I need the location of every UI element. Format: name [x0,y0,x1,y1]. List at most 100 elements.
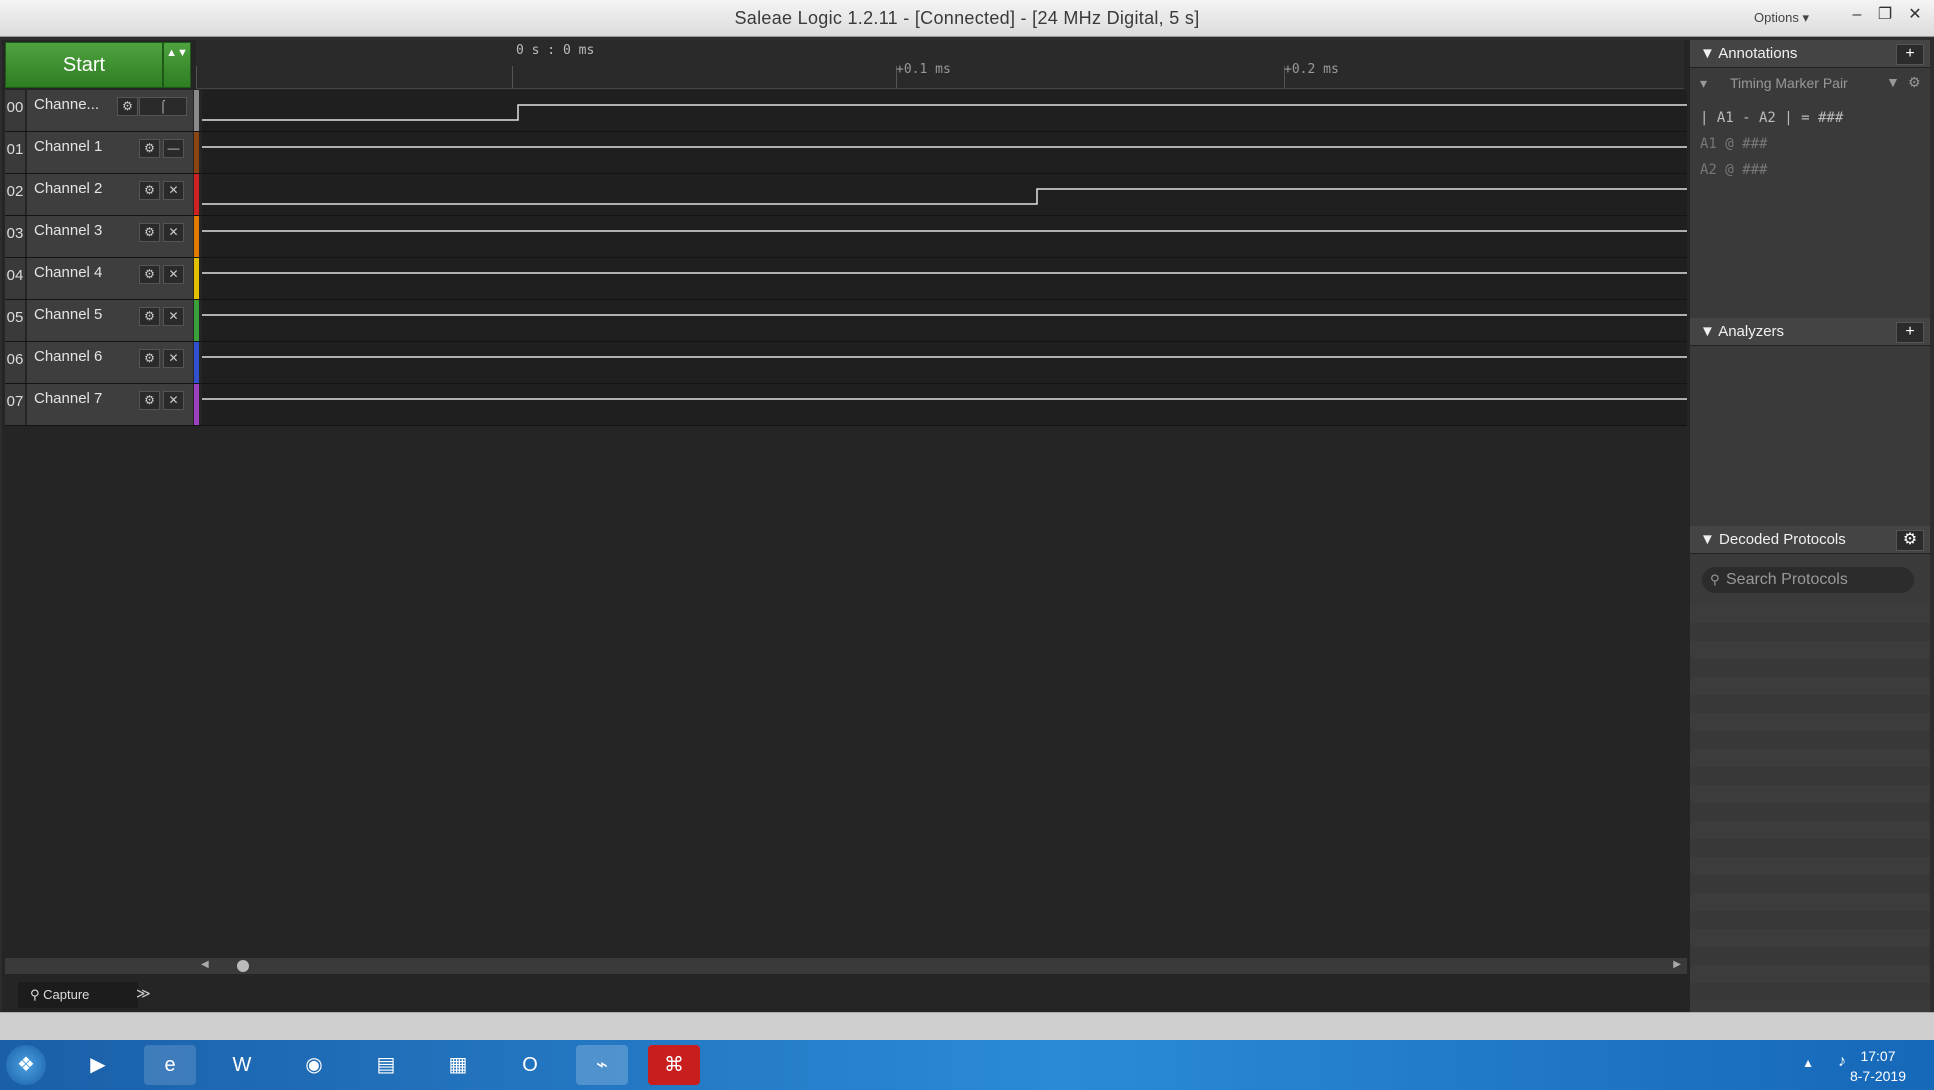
capture-tab[interactable]: ⚲ Capture [18,982,138,1008]
start-options-dropdown[interactable]: ▲▼ [163,42,191,88]
waveform[interactable] [202,216,1687,257]
media-player-icon[interactable]: ▶ [72,1045,124,1085]
channel-row[interactable]: 06 Channel 6 ⚙ ✕ [5,342,1687,384]
waveform[interactable] [202,342,1687,383]
close-button[interactable]: ✕ [1900,4,1930,26]
channel-row[interactable]: 07 Channel 7 ⚙ ✕ [5,384,1687,426]
close-icon[interactable]: ✕ [163,349,184,368]
scroll-right-icon[interactable]: ▶ [1673,959,1681,970]
gear-icon[interactable]: ⚙ [117,97,138,116]
time-tick: +0.2 ms [1284,62,1339,77]
clock[interactable]: 17:07 8-7-2019 [1850,1046,1906,1086]
folder-icon[interactable]: ▤ [360,1045,412,1085]
channel-row[interactable]: 00 Channe... ⚙ ⌠ [5,90,1687,132]
channel-name[interactable]: Channel 2 ⚙ ✕ [27,174,193,215]
timing-marker-row[interactable]: ▾ Timing Marker Pair ▼ ⚙ [1690,72,1930,96]
outlook-icon[interactable]: O [504,1045,556,1085]
waveform[interactable] [202,300,1687,341]
channel-name[interactable]: Channel 6 ⚙ ✕ [27,342,193,383]
scroll-left-icon[interactable]: ◀ [201,959,209,970]
more-tabs-button[interactable]: ≫ [136,985,151,1002]
channel-label: Channel 7 [34,390,103,407]
acrobat-icon[interactable]: ⌘ [648,1045,700,1085]
chrome-icon[interactable]: ◉ [288,1045,340,1085]
dropdown-icon[interactable]: ▼ [1886,74,1900,90]
browser-icon[interactable]: e [144,1045,196,1085]
channel-name[interactable]: Channe... ⚙ ⌠ [27,90,193,131]
add-analyzer-button[interactable]: + [1896,322,1924,343]
gear-icon[interactable]: ⚙ [139,307,160,326]
gear-icon[interactable]: ⚙ [139,223,160,242]
channel-row[interactable]: 04 Channel 4 ⚙ ✕ [5,258,1687,300]
restore-button[interactable]: ❐ [1870,4,1900,26]
side-panel: ▼ Annotations + ▾ Timing Marker Pair ▼ ⚙… [1690,40,1930,1012]
collapse-triangle-icon: ▼ [1700,45,1719,62]
gear-icon[interactable]: ⚙ [139,265,160,284]
close-icon[interactable]: ✕ [163,181,184,200]
word-icon[interactable]: W [216,1045,268,1085]
marker-a2: A2 @ ### [1700,162,1768,178]
channel-number: 02 [5,174,25,215]
marker-diff: | A1 - A2 | = ### [1700,110,1844,126]
channel-name[interactable]: Channel 7 ⚙ ✕ [27,384,193,425]
channel-label: Channel 2 [34,180,103,197]
calculator-icon[interactable]: ▦ [432,1045,484,1085]
channel-color-strip [194,90,199,131]
timeline-ruler[interactable]: 0 s : 0 ms +0.1 ms +0.2 ms [196,40,1684,89]
options-menu-button[interactable]: Options ▾ [1754,10,1809,26]
add-annotation-button[interactable]: + [1896,44,1924,65]
channel-name[interactable]: Channel 1 ⚙ — [27,132,193,173]
analyzers-header[interactable]: ▼ Analyzers + [1690,318,1930,346]
search-protocols-input[interactable]: ⚲ Search Protocols [1702,567,1914,593]
marker-pair-label: Timing Marker Pair [1730,75,1848,91]
close-icon[interactable]: ✕ [163,223,184,242]
channel-name[interactable]: Channel 5 ⚙ ✕ [27,300,193,341]
close-icon[interactable]: ✕ [163,265,184,284]
windows-start-icon[interactable]: ❖ [6,1045,46,1085]
minus-icon[interactable]: — [163,139,184,158]
gear-icon[interactable]: ⚙ [139,181,160,200]
decoded-protocols-header[interactable]: ▼ Decoded Protocols ⚙ [1690,526,1930,554]
channel-label: Channe... [34,96,100,113]
waveform[interactable] [202,174,1687,215]
channel-row[interactable]: 05 Channel 5 ⚙ ✕ [5,300,1687,342]
annotations-header[interactable]: ▼ Annotations + [1690,40,1930,68]
waveform[interactable] [202,90,1687,131]
waveform[interactable] [202,384,1687,425]
trigger-icon[interactable]: ⌠ [139,97,187,116]
channel-color-strip [194,300,199,341]
section-title: Decoded Protocols [1719,531,1846,548]
waveform[interactable] [202,258,1687,299]
time-origin-label: 0 s : 0 ms [516,43,595,58]
channel-row[interactable]: 03 Channel 3 ⚙ ✕ [5,216,1687,258]
channels-panel: Start ▲▼ 0 s : 0 ms +0.1 ms +0.2 ms 00 C… [2,40,1690,1012]
section-title: Annotations [1718,45,1798,62]
gear-icon[interactable]: ⚙ [1908,74,1921,91]
channel-color-strip [194,216,199,257]
volume-icon[interactable]: ♪ [1838,1053,1846,1071]
tray-arrow-icon[interactable]: ▲ [1802,1056,1814,1070]
clock-date: 8-7-2019 [1849,1068,1906,1084]
channel-label: Channel 3 [34,222,103,239]
scroll-thumb[interactable] [237,960,249,972]
minimize-button[interactable]: – [1842,4,1872,26]
start-button[interactable]: Start [5,42,163,88]
channel-row[interactable]: 02 Channel 2 ⚙ ✕ [5,174,1687,216]
horizontal-scrollbar[interactable]: ◀ ▶ [5,958,1687,974]
channel-row[interactable]: 01 Channel 1 ⚙ — [5,132,1687,174]
saleae-icon[interactable]: ⌁ [576,1045,628,1085]
section-title: Analyzers [1718,323,1785,340]
channel-name[interactable]: Channel 4 ⚙ ✕ [27,258,193,299]
channel-name[interactable]: Channel 3 ⚙ ✕ [27,216,193,257]
time-tick: +0.1 ms [896,62,951,77]
marker-a1: A1 @ ### [1700,136,1768,152]
gear-icon[interactable]: ⚙ [139,139,160,158]
gear-icon[interactable]: ⚙ [1896,530,1924,551]
decoded-protocols-list[interactable] [1690,605,1930,1000]
gear-icon[interactable]: ⚙ [139,391,160,410]
waveform[interactable] [202,132,1687,173]
close-icon[interactable]: ✕ [163,307,184,326]
gear-icon[interactable]: ⚙ [139,349,160,368]
channel-color-strip [194,174,199,215]
close-icon[interactable]: ✕ [163,391,184,410]
